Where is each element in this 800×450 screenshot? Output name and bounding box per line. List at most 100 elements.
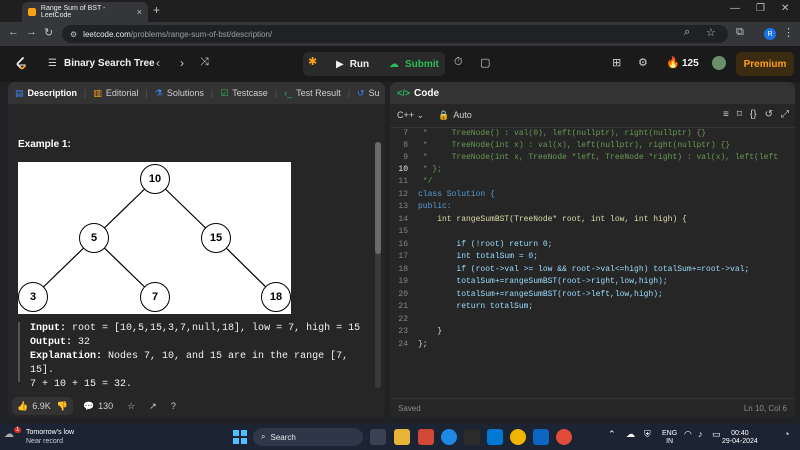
line-text: return totalSum; [418,302,534,311]
lock-icon: 🔒 [438,110,450,120]
problem-list-title[interactable]: Binary Search Tree [64,58,155,69]
task-view-icon[interactable] [370,429,386,445]
notes-icon[interactable]: ▢ [480,56,490,69]
scrollbar-thumb[interactable] [375,142,381,254]
bookmark-star-icon[interactable]: ☆ [706,26,716,39]
chrome-profile-icon[interactable] [556,429,572,445]
address-bar[interactable]: ⚙ leetcode.com/problems/range-sum-of-bst… [62,25,728,43]
comments-button[interactable]: 💬 130 [83,401,113,412]
bookmark-icon[interactable]: ⌑ [737,109,742,120]
braces-icon[interactable]: {} [750,109,757,120]
submit-button[interactable]: ☁ Submit [383,54,445,74]
camera-app-icon[interactable] [464,429,480,445]
weather-badge: 1 [14,427,22,433]
line-number: 17 [398,252,408,261]
clock[interactable]: 00:40 29-04-2024 [722,430,758,446]
tray-chevron-up-icon[interactable]: ⌃ [608,430,616,439]
tab-solutions[interactable]: ⚗ Solutions [148,88,211,99]
streak-fire-icon[interactable]: 🔥 [666,56,680,69]
settings-gear-icon[interactable]: ⚙ [638,56,648,69]
share-icon[interactable]: ↗ [149,401,157,412]
forward-arrow-icon[interactable]: → [26,26,37,38]
autosave-toggle[interactable]: 🔒 Auto [438,110,472,121]
language-indicator[interactable]: ENG IN [662,430,677,446]
debug-icon[interactable]: ✱ [308,55,317,68]
run-button[interactable]: ▶ Run [330,54,375,74]
output-value: 32 [78,337,91,348]
address-toolbar: ← → ↻ ⚙ leetcode.com/problems/range-sum-… [0,22,800,46]
description-scrollbar[interactable] [375,142,381,388]
wifi-icon[interactable]: ◠ [684,430,692,439]
problem-list-icon[interactable]: ☰ [48,58,57,69]
start-windows-icon[interactable] [232,429,248,445]
zoom-icon[interactable]: ⌕ [684,26,690,39]
reactions-bar: 👍 6.9K 👎 💬 130 ☆ ↗ ? [8,394,385,418]
tree-node: 15 [201,223,231,253]
office-app-icon[interactable] [418,429,434,445]
reload-icon[interactable]: ↻ [44,26,53,39]
back-arrow-icon[interactable]: ← [8,26,19,38]
notifications-icon[interactable]: ◔ [784,430,789,439]
window-close-icon[interactable]: ✕ [781,3,789,14]
minimize-icon[interactable]: — [730,3,740,14]
thumbs-up-icon[interactable]: 👍 [17,401,28,412]
leetcode-logo-icon[interactable] [14,56,30,72]
browser-menu-icon[interactable]: ⋮ [783,26,794,39]
code-line: 15 [390,226,795,238]
line-number: 7 [403,129,408,138]
tab-testcase[interactable]: ☑ Testcase [213,88,275,99]
language-select[interactable]: C++ ⌄ [397,110,424,121]
maximize-icon[interactable]: ❐ [756,3,765,14]
next-problem-icon[interactable]: › [180,56,184,70]
format-icon[interactable]: ≡ [723,109,729,120]
code-panel: </> Code C++ ⌄ 🔒 Auto ≡ ⌑ {} ↺ ⤢ 7 * Tree… [390,82,795,418]
onedrive-cloud-icon[interactable]: ☁ [626,430,635,439]
weather-widget[interactable]: Tomorrow's low Near record [26,428,74,446]
like-count: 6.9K [32,401,51,411]
battery-icon[interactable]: ▭ [712,430,721,439]
site-info-icon[interactable]: ⚙ [70,30,77,39]
file-explorer-icon[interactable] [394,429,410,445]
testcase-icon: ☑ [220,87,229,98]
line-number: 16 [398,240,408,249]
taskbar-search[interactable]: ⌕ Search [253,428,363,446]
tab-test-result[interactable]: ›_ Test Result [277,88,348,98]
tab-description[interactable]: ▤ Description [8,88,84,99]
volume-icon[interactable]: ♪ [698,430,703,439]
thumbs-down-icon[interactable]: 👎 [57,401,68,412]
weather-icon[interactable]: ☁ [4,429,14,440]
history-icon: ↺ [357,87,365,98]
editor-actions: ≡ ⌑ {} ↺ ⤢ [723,109,789,120]
shuffle-icon[interactable]: ⤨ [200,56,209,69]
code-editor[interactable]: 7 * TreeNode() : val(0), left(nullptr), … [390,128,795,394]
line-text: * TreeNode(int x, TreeNode *left, TreeNo… [418,153,779,162]
cloud-upload-icon: ☁ [389,58,399,70]
help-icon[interactable]: ? [171,401,176,411]
close-tab-icon[interactable]: × [137,7,142,17]
timer-icon[interactable]: ⏱ [454,56,463,69]
premium-button[interactable]: Premium [736,52,794,76]
tree-node: 3 [18,282,48,312]
layout-icon[interactable]: ⊞ [612,56,621,69]
tab-submissions[interactable]: ↺ Su [350,88,385,99]
description-panel: ▤ Description | ▥ Editorial | ⚗ Solutions |… [8,82,385,418]
new-tab-button[interactable]: + [153,3,160,17]
example-io-block: Input: root = [10,5,15,3,7,null,18], low… [18,322,374,390]
browser-tab[interactable]: Range Sum of BST - LeetCode × [22,2,148,22]
reset-icon[interactable]: ↺ [765,109,773,120]
vscode-icon[interactable] [487,429,503,445]
code-line: 21 return totalSum; [390,301,795,313]
profile-avatar[interactable]: R [764,28,776,40]
favorite-star-icon[interactable]: ☆ [127,401,135,412]
streak-count[interactable]: 125 [682,58,699,69]
user-avatar[interactable] [712,56,726,70]
linkedin-icon[interactable] [533,429,549,445]
edge-browser-icon[interactable] [441,429,457,445]
fullscreen-icon[interactable]: ⤢ [781,109,789,120]
code-line: 7 * TreeNode() : val(0), left(nullptr), … [390,128,795,140]
security-icon[interactable]: ⛨ [644,430,651,439]
prev-problem-icon[interactable]: ‹ [156,56,160,70]
tab-editorial[interactable]: ▥ Editorial [86,88,145,99]
chrome-icon[interactable] [510,429,526,445]
extensions-icon[interactable]: ⧉ [736,26,744,39]
